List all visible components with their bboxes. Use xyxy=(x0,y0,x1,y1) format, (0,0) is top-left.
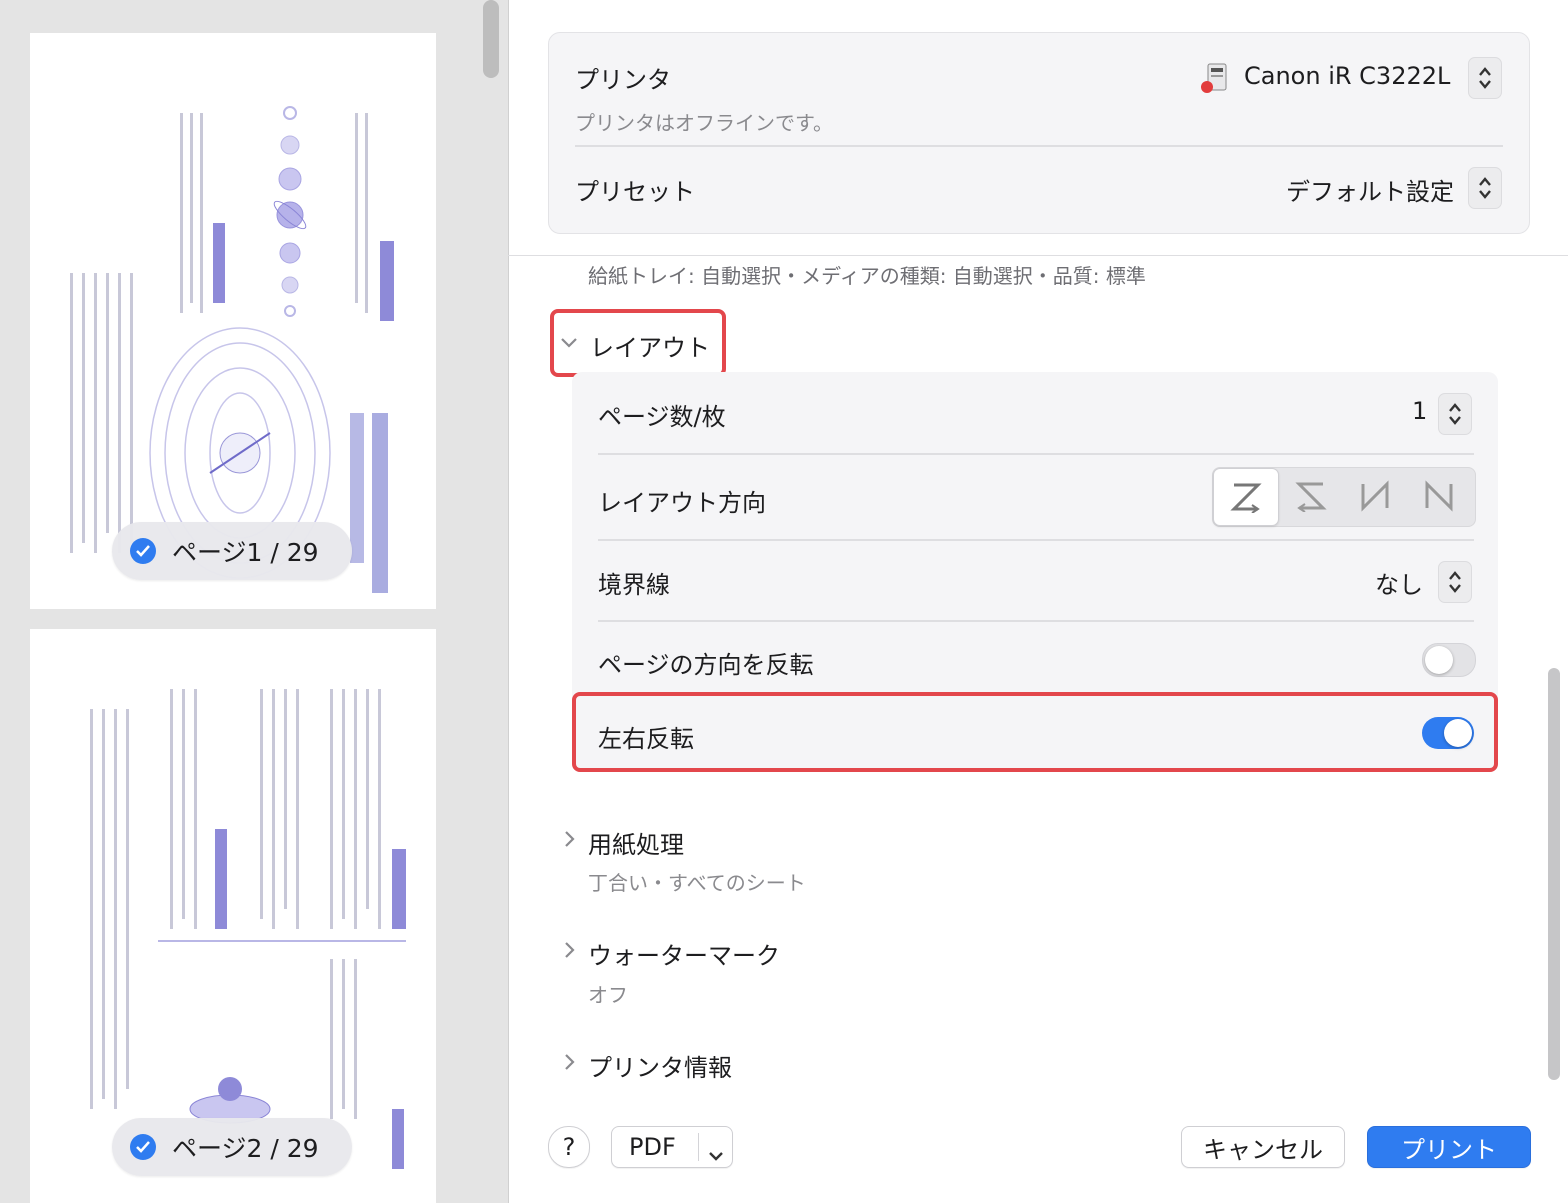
pdf-menu-button[interactable]: PDF xyxy=(611,1126,733,1168)
print-button[interactable]: プリント xyxy=(1367,1126,1531,1168)
watermark-subtitle: オフ xyxy=(588,983,628,1007)
reverse-orientation-toggle[interactable] xyxy=(1422,643,1476,677)
settings-scrollbar[interactable] xyxy=(1548,668,1560,1080)
preset-select-stepper[interactable] xyxy=(1468,167,1502,209)
checkmark-icon[interactable] xyxy=(130,1134,156,1160)
border-value[interactable]: なし xyxy=(1375,565,1423,600)
printer-name[interactable]: Canon iR C3222L xyxy=(1244,62,1450,90)
page-label: ページ1 / 29 xyxy=(172,538,319,567)
page-label: ページ2 / 29 xyxy=(172,1134,319,1163)
page-thumbnail-2[interactable] xyxy=(30,629,436,1203)
flip-horizontal-toggle[interactable] xyxy=(1422,717,1474,749)
paper-handling-title[interactable]: 用紙処理 xyxy=(588,825,684,860)
page-badge-2[interactable]: ページ2 / 29 xyxy=(112,1118,352,1176)
reverse-orientation-label: ページの方向を反転 xyxy=(598,651,814,679)
reverse-n-direction-icon[interactable] xyxy=(1343,468,1407,524)
toggle-knob xyxy=(1425,646,1453,674)
pages-per-sheet-label: ページ数/枚 xyxy=(598,403,726,431)
page-2-mirrored-content xyxy=(90,689,406,1169)
chevron-right-icon[interactable] xyxy=(564,830,576,852)
printer-label: プリンタ xyxy=(575,66,671,94)
checkmark-icon[interactable] xyxy=(130,538,156,564)
preview-scrollbar[interactable] xyxy=(483,0,499,78)
printer-status: プリンタはオフラインです。 xyxy=(575,111,833,135)
paper-handling-subtitle: 丁合い・すべてのシート xyxy=(588,871,806,895)
pages-per-sheet-value[interactable]: 1 xyxy=(1412,397,1427,425)
preset-value[interactable]: デフォルト設定 xyxy=(1286,172,1454,207)
chevron-right-icon[interactable] xyxy=(564,1053,576,1075)
flip-horizontal-label: 左右反転 xyxy=(598,725,694,753)
preset-label: プリセット xyxy=(575,178,695,206)
media-summary: 給紙トレイ: 自動選択・メディアの種類: 自動選択・品質: 標準 xyxy=(588,264,1146,288)
printer-icon xyxy=(1198,60,1232,94)
watermark-title[interactable]: ウォーターマーク xyxy=(588,936,780,971)
cancel-button[interactable]: キャンセル xyxy=(1181,1126,1345,1168)
layout-direction-label: レイアウト方向 xyxy=(598,489,766,517)
page-badge-1[interactable]: ページ1 / 29 xyxy=(112,522,352,580)
pdf-label: PDF xyxy=(629,1133,676,1161)
preview-panel: ページ1 / 29 ページ2 / 29 xyxy=(0,0,509,1203)
chevron-down-icon[interactable] xyxy=(708,1141,724,1169)
up-down-chevron-icon xyxy=(1449,403,1461,425)
layout-divider xyxy=(598,539,1474,541)
reverse-z-direction-icon[interactable] xyxy=(1279,468,1343,524)
chevron-right-icon[interactable] xyxy=(564,941,576,963)
border-label: 境界線 xyxy=(598,571,670,599)
flip-horizontal-highlight xyxy=(572,692,1498,772)
up-down-chevron-icon xyxy=(1479,67,1491,89)
up-down-chevron-icon xyxy=(1479,177,1491,199)
chevron-down-icon[interactable] xyxy=(560,334,578,353)
layout-divider xyxy=(598,453,1474,455)
layout-direction-segmented[interactable] xyxy=(1212,467,1476,527)
card-divider xyxy=(575,145,1503,147)
printer-info-title[interactable]: プリンタ情報 xyxy=(588,1048,732,1083)
n-direction-icon[interactable] xyxy=(1407,468,1471,524)
layout-divider xyxy=(598,620,1474,622)
up-down-chevron-icon xyxy=(1449,571,1461,593)
layout-header[interactable]: レイアウト xyxy=(590,328,710,363)
toggle-knob xyxy=(1444,719,1472,747)
pdf-separator xyxy=(698,1133,699,1161)
help-button[interactable]: ? xyxy=(548,1126,590,1168)
border-stepper[interactable] xyxy=(1438,561,1472,603)
pages-per-sheet-stepper[interactable] xyxy=(1438,393,1472,435)
printer-select-stepper[interactable] xyxy=(1468,57,1502,99)
section-separator xyxy=(508,255,1568,256)
z-direction-icon[interactable] xyxy=(1213,468,1279,526)
